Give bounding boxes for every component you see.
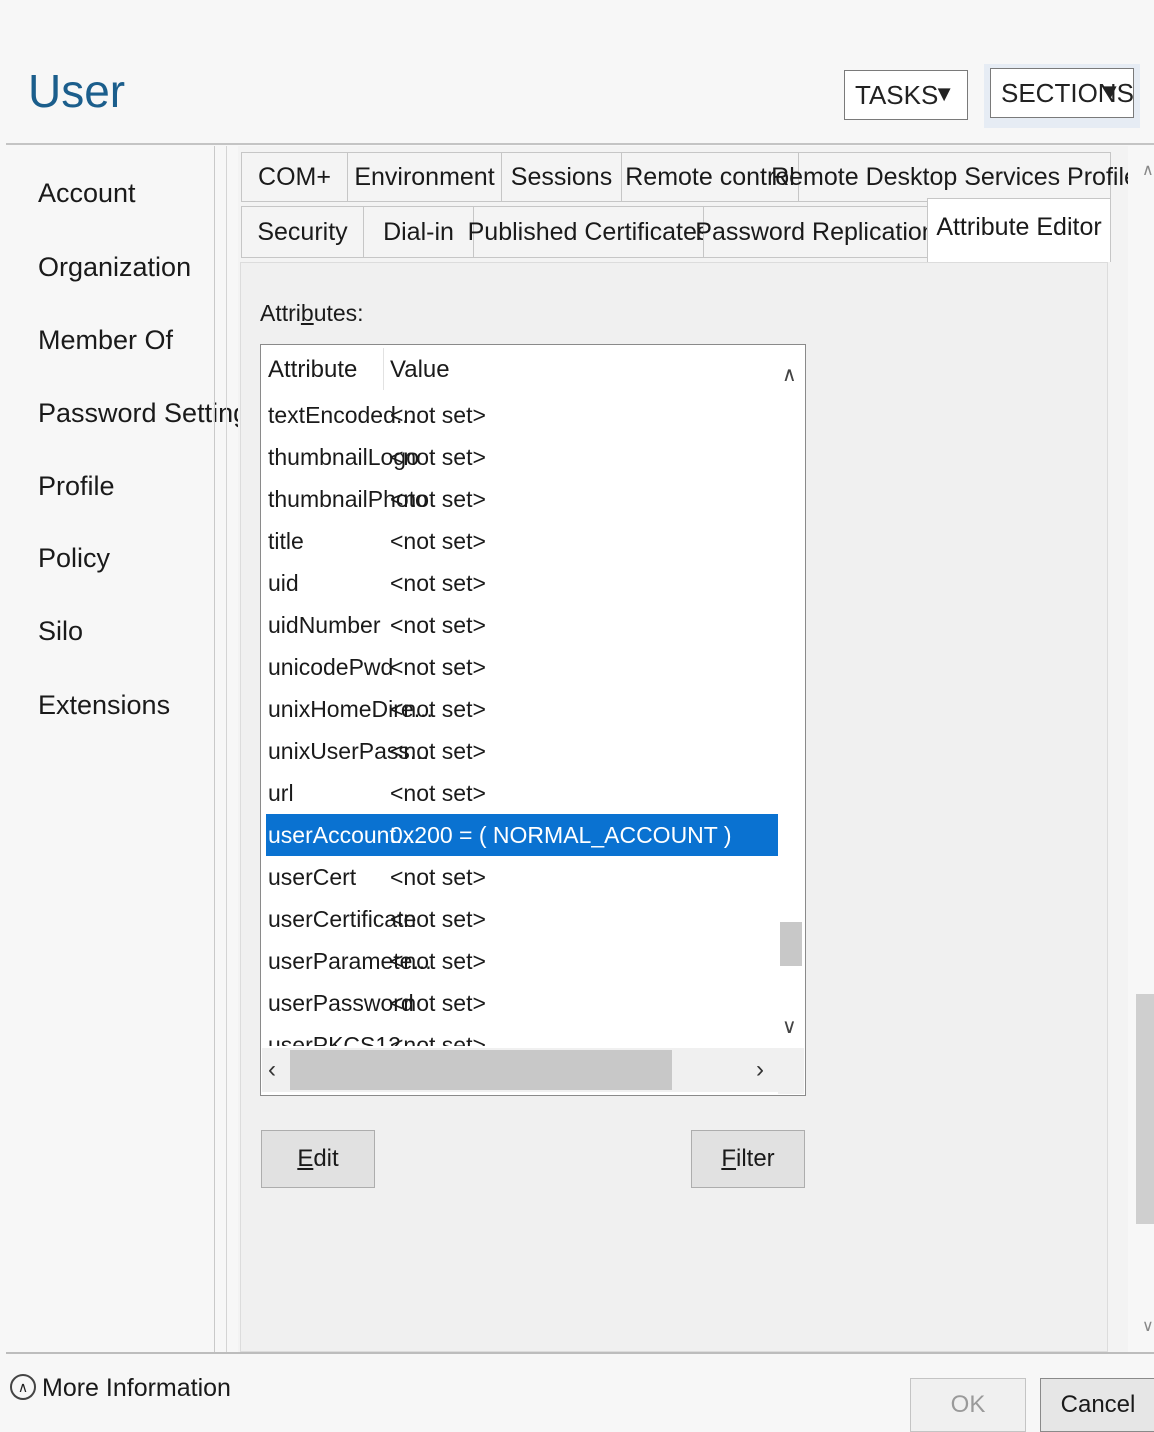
list-item[interactable]: thumbnailLogo <not set> <box>262 436 778 478</box>
attribute-name: userPKCS12 <box>268 1032 401 1046</box>
attribute-name: url <box>268 780 294 806</box>
nav-item-profile[interactable]: Profile <box>38 471 115 502</box>
attribute-value: <not set> <box>390 864 486 890</box>
expand-up-icon[interactable]: ∧ <box>10 1374 36 1400</box>
nav-item-password-settings[interactable]: Password Settings <box>38 398 262 429</box>
attribute-value: <not set> <box>390 486 486 512</box>
cancel-button[interactable]: Cancel <box>1040 1378 1154 1432</box>
attributes-label: Attributes: <box>260 300 364 326</box>
list-item[interactable]: unixUserPass... <not set> <box>262 730 778 772</box>
attribute-name: uidNumber <box>268 612 381 638</box>
attribute-value: <not set> <box>390 906 486 932</box>
column-separator[interactable] <box>383 348 384 390</box>
list-item[interactable]: uidNumber <not set> <box>262 604 778 646</box>
attribute-name: title <box>268 528 304 554</box>
list-item[interactable]: thumbnailPhoto <not set> <box>262 478 778 520</box>
attribute-value: <not set> <box>390 990 486 1016</box>
list-item[interactable]: userPassword <not set> <box>262 982 778 1024</box>
nav-item-policy[interactable]: Policy <box>38 543 110 574</box>
list-item[interactable]: userPKCS12 <not set> <box>262 1024 778 1046</box>
list-item[interactable]: unixHomeDire... <not set> <box>262 688 778 730</box>
attribute-name: uid <box>268 570 299 596</box>
nav-divider <box>226 146 227 1352</box>
page-title: User <box>28 65 126 117</box>
filter-accelerator: F <box>721 1145 736 1172</box>
list-item[interactable]: uid <not set> <box>262 562 778 604</box>
edit-label: dit <box>313 1145 339 1172</box>
list-item[interactable]: userParamete... <not set> <box>262 940 778 982</box>
list-item[interactable]: textEncoded... <not set> <box>262 394 778 436</box>
footer-divider <box>6 1352 1154 1354</box>
tab-published-certificates[interactable]: Published Certificates <box>468 206 709 258</box>
attribute-value: <not set> <box>390 696 486 722</box>
tab-com-plus[interactable]: COM+ <box>241 152 348 202</box>
attribute-value: <not set> <box>390 654 486 680</box>
scroll-down-icon[interactable]: ∨ <box>1142 1316 1154 1336</box>
attribute-value: <not set> <box>390 612 486 638</box>
list-item[interactable]: userCertificate <not set> <box>262 898 778 940</box>
list-item[interactable]: userCert <not set> <box>262 856 778 898</box>
attribute-name: unicodePwd <box>268 654 394 680</box>
edit-accelerator: E <box>297 1145 314 1172</box>
tasks-label: TASKS <box>855 79 939 110</box>
more-information-link[interactable]: More Information <box>42 1374 231 1403</box>
scroll-left-icon[interactable]: ‹ <box>268 1056 276 1084</box>
attributes-rows: textEncoded... <not set> thumbnailLogo <no… <box>262 394 778 1046</box>
scrollbar-corner <box>778 1048 804 1094</box>
attribute-value: <not set> <box>390 948 486 974</box>
nav-item-organization[interactable]: Organization <box>38 252 191 283</box>
tab-environment[interactable]: Environment <box>347 152 502 202</box>
sections-dropdown[interactable]: SECTIONS ▼ <box>990 68 1134 118</box>
filter-label: ilter <box>736 1145 775 1172</box>
dropdown-arrow-icon: ▼ <box>1099 79 1121 104</box>
tasks-dropdown[interactable]: TASKS ▼ <box>844 70 968 120</box>
attribute-value: <not set> <box>390 570 486 596</box>
tab-dial-in[interactable]: Dial-in <box>363 206 474 258</box>
attribute-value: <not set> <box>390 1032 486 1046</box>
attribute-value: <not set> <box>390 444 486 470</box>
nav-item-member-of[interactable]: Member Of <box>38 325 173 356</box>
list-item[interactable]: title <not set> <box>262 520 778 562</box>
tab-remote-desktop-services-profile[interactable]: Remote Desktop Services Profile <box>771 152 1138 202</box>
scroll-right-icon[interactable]: › <box>756 1056 764 1084</box>
attribute-value: 0x200 = ( NORMAL_ACCOUNT ) <box>390 822 732 848</box>
tab-password-replication[interactable]: Password Replication <box>695 206 936 258</box>
attribute-value: <not set> <box>390 528 486 554</box>
list-item[interactable]: url <not set> <box>262 772 778 814</box>
filter-button[interactable]: Filter <box>691 1130 805 1188</box>
nav-divider <box>214 146 215 1352</box>
column-header-value[interactable]: Value <box>390 356 450 384</box>
tab-sessions[interactable]: Sessions <box>501 152 622 202</box>
nav-item-extensions[interactable]: Extensions <box>38 690 170 721</box>
page-scroll-thumb[interactable] <box>1136 994 1154 1224</box>
scroll-up-icon[interactable]: ∧ <box>782 362 797 387</box>
nav-item-account[interactable]: Account <box>38 178 136 209</box>
list-item-selected[interactable]: userAccount... 0x200 = ( NORMAL_ACCOUNT ) <box>266 814 778 856</box>
list-vertical-scroll-thumb[interactable] <box>780 922 802 966</box>
attribute-value: <not set> <box>390 402 486 428</box>
header-divider <box>6 143 1154 145</box>
attribute-value: <not set> <box>390 738 486 764</box>
nav-item-silo[interactable]: Silo <box>38 616 83 647</box>
tab-security[interactable]: Security <box>241 206 364 258</box>
scroll-up-icon[interactable]: ∧ <box>1142 160 1154 180</box>
list-item[interactable]: unicodePwd <not set> <box>262 646 778 688</box>
tab-attribute-editor[interactable]: Attribute Editor <box>927 198 1111 262</box>
scroll-down-icon[interactable]: ∨ <box>782 1014 797 1039</box>
dropdown-arrow-icon: ▼ <box>933 81 955 106</box>
attribute-value: <not set> <box>390 780 486 806</box>
attribute-name: userCert <box>268 864 357 890</box>
column-header-attribute[interactable]: Attribute <box>268 356 357 384</box>
edit-button[interactable]: Edit <box>261 1130 375 1188</box>
ok-button[interactable]: OK <box>910 1378 1026 1432</box>
list-horizontal-scroll-thumb[interactable] <box>290 1050 672 1090</box>
